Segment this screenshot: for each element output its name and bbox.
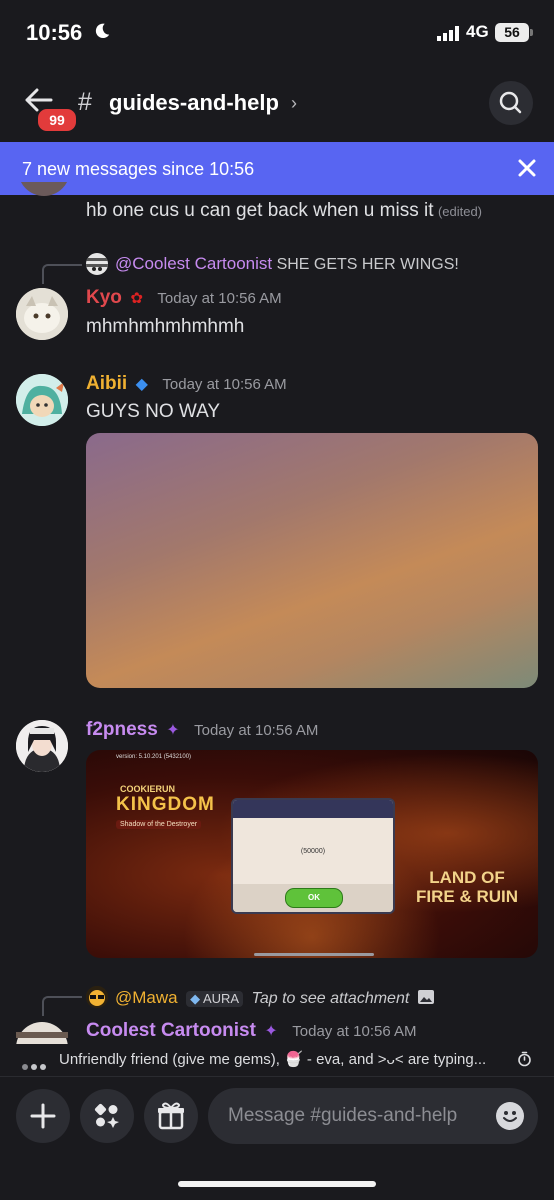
emoji-icon[interactable] <box>496 1102 524 1130</box>
add-attachment-button[interactable] <box>16 1089 70 1143</box>
plus-icon <box>30 1103 56 1129</box>
divider <box>0 1076 554 1077</box>
timestamp: Today at 10:56 AM <box>194 722 319 739</box>
reply-text: Tap to see attachment <box>251 990 410 1007</box>
message-header: Coolest Cartoonist ✦ Today at 10:56 AM <box>86 1020 417 1042</box>
moon-icon <box>95 23 110 39</box>
timestamp: Today at 10:56 AM <box>292 1023 417 1040</box>
username[interactable]: Coolest Cartoonist <box>86 1020 256 1041</box>
typing-text: Unfriendly friend (give me gems), 🍧 - ev… <box>59 1051 487 1068</box>
typing-dots-icon <box>22 1057 49 1075</box>
new-messages-text: 7 new messages since 10:56 <box>22 159 255 179</box>
sparkle-badge-icon: ◆ <box>135 376 148 393</box>
aura-tag-label: AURA <box>202 991 240 1006</box>
image-attachment-blurred[interactable] <box>86 433 538 688</box>
network-type: 4G <box>466 22 489 41</box>
battery-tip <box>530 29 533 36</box>
reply-text: SHE GETS HER WINGS! <box>276 256 459 273</box>
reply-mention[interactable]: @Mawa <box>115 988 178 1007</box>
message-text: mhmhmhmhmhmh <box>86 316 245 337</box>
sparkle-badge-icon: ✦ <box>166 722 180 739</box>
dialog-ok-button: OK <box>285 888 343 908</box>
version-text: version: 5.10.201 (5432100) <box>116 754 192 760</box>
image-icon <box>417 990 434 1004</box>
username[interactable]: Aibii <box>86 373 127 394</box>
reply-mention[interactable]: @Coolest Cartoonist <box>115 254 272 273</box>
game-title: LAND OF FIRE & RUIN <box>416 868 518 906</box>
reply-connector <box>42 264 82 284</box>
reply-avatar <box>86 986 108 1008</box>
rose-icon: ✿ <box>130 290 143 307</box>
game-title-line2: FIRE & RUIN <box>416 887 518 906</box>
message-text: GUYS NO WAY <box>86 401 221 422</box>
timestamp: Today at 10:56 AM <box>162 376 287 393</box>
gift-button[interactable] <box>144 1089 198 1143</box>
timestamp: Today at 10:56 AM <box>157 290 282 307</box>
message-header: f2pness ✦ Today at 10:56 AM <box>86 719 318 741</box>
game-title-line1: LAND OF <box>429 868 505 887</box>
reply-connector <box>42 996 82 1016</box>
close-icon[interactable] <box>516 157 538 179</box>
channel-title[interactable]: guides-and-help <box>109 90 279 116</box>
game-dialog: (50000) OK <box>231 798 395 914</box>
hash-icon: # <box>78 88 92 116</box>
username[interactable]: f2pness <box>86 719 158 740</box>
search-button[interactable] <box>489 81 533 125</box>
gift-icon <box>158 1102 184 1130</box>
battery-level: 56 <box>495 23 529 42</box>
aura-tag: ◆ AURA <box>186 991 244 1007</box>
username[interactable]: Kyo <box>86 287 122 308</box>
timer-icon[interactable] <box>517 1051 532 1067</box>
unread-badge: 99 <box>36 107 78 133</box>
avatar[interactable] <box>16 720 68 772</box>
logo-line2: KINGDOM <box>116 794 215 815</box>
avatar[interactable] <box>16 1022 68 1044</box>
apps-icon <box>94 1103 119 1128</box>
sparkle-badge-icon: ✦ <box>264 1023 278 1040</box>
avatar[interactable] <box>16 374 68 426</box>
message-text: hb one cus u can get back when u miss it <box>86 200 434 221</box>
dialog-value: (50000) <box>300 848 326 855</box>
avatar-partial <box>18 182 70 196</box>
logo-line1: COOKIERUN <box>120 784 176 794</box>
reply-preview[interactable]: @Coolest Cartoonist SHE GETS HER WINGS! <box>115 254 459 274</box>
message-item: hb one cus u can get back when u miss it… <box>86 200 482 222</box>
reply-preview[interactable]: @Mawa ◆ AURA Tap to see attachment <box>115 988 435 1008</box>
apps-button[interactable] <box>80 1089 134 1143</box>
game-screenshot[interactable]: version: 5.10.201 (5432100) COOKIERUN KI… <box>86 750 538 958</box>
message-header: Aibii ◆ Today at 10:56 AM <box>86 373 287 395</box>
edited-label: (edited) <box>437 204 483 219</box>
message-header: Kyo ✿ Today at 10:56 AM <box>86 287 282 309</box>
search-icon <box>499 91 522 114</box>
avatar[interactable] <box>16 288 68 340</box>
signal-icon <box>437 26 459 41</box>
reply-avatar <box>86 253 108 275</box>
home-indicator <box>178 1181 376 1187</box>
logo-subtitle: Shadow of the Destroyer <box>116 820 202 829</box>
message-input-placeholder: Message #guides-and-help <box>228 1105 458 1126</box>
media-scrubber <box>254 953 374 956</box>
status-time: 10:56 <box>26 20 83 45</box>
chevron-right-icon[interactable]: › <box>291 93 297 114</box>
